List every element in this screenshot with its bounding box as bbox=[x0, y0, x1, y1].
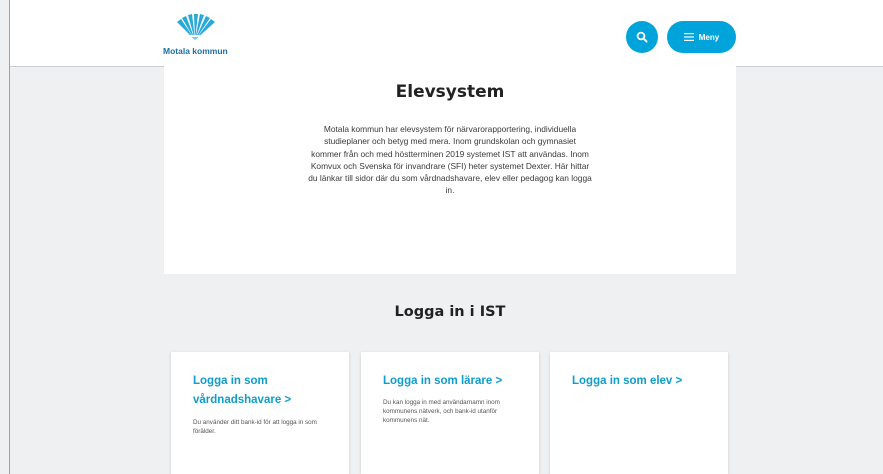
menu-label: Meny bbox=[698, 32, 720, 42]
login-student-link[interactable]: Logga in som elev > bbox=[572, 372, 722, 391]
search-button[interactable] bbox=[626, 21, 658, 53]
intro-card: Elevsystem Motala kommun har elevsystem … bbox=[164, 66, 736, 274]
login-guardian-link[interactable]: Logga in som vårdnadshavare > bbox=[193, 372, 343, 410]
logo-fan-icon bbox=[177, 14, 215, 40]
login-teacher-link[interactable]: Logga in som lärare > bbox=[383, 372, 533, 391]
login-section-title: Logga in i IST bbox=[394, 304, 506, 320]
login-card-guardian[interactable]: Logga in som vårdnadshavare > Du använde… bbox=[171, 352, 349, 474]
site-header: Motala kommun Meny bbox=[10, 0, 883, 67]
page-left-border bbox=[9, 0, 10, 474]
motala-kommun-logo[interactable]: Motala kommun bbox=[163, 14, 233, 59]
menu-button[interactable]: Meny bbox=[667, 21, 736, 53]
logo-text: Motala kommun bbox=[163, 46, 228, 56]
login-teacher-desc: Du kan logga in med användarnamn inom ko… bbox=[383, 399, 500, 424]
hamburger-icon bbox=[683, 33, 694, 41]
login-guardian-desc: Du använder ditt bank-id för att logga i… bbox=[193, 419, 317, 435]
intro-text: Motala kommun har elevsystem för närvaro… bbox=[308, 124, 592, 196]
login-card-teacher[interactable]: Logga in som lärare > Du kan logga in me… bbox=[361, 352, 539, 474]
search-icon bbox=[636, 31, 648, 43]
login-card-student[interactable]: Logga in som elev > bbox=[550, 352, 728, 474]
page-title: Elevsystem bbox=[395, 82, 505, 102]
